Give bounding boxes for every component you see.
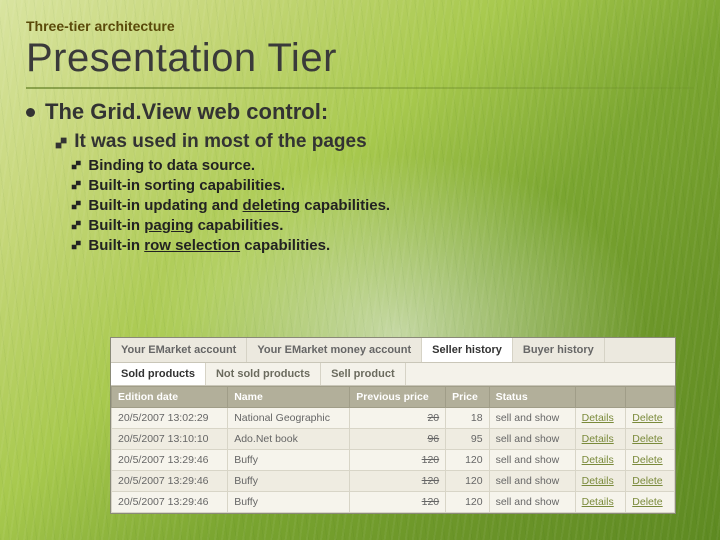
cell-action-delete[interactable]: Delete: [626, 492, 675, 513]
cell-date: 20/5/2007 13:10:10: [112, 429, 228, 450]
cell-price: 120: [446, 492, 489, 513]
cell-prev-price: 120: [350, 492, 446, 513]
table-row: 20/5/2007 13:10:10Ado.Net book9695sell a…: [112, 429, 675, 450]
bullet-l2-text: It was used in most of the pages: [74, 131, 366, 153]
cell-action-delete[interactable]: Delete: [626, 450, 675, 471]
cell-action-details[interactable]: Details: [575, 471, 626, 492]
column-header[interactable]: Name: [228, 387, 350, 408]
column-header[interactable]: Price: [446, 387, 489, 408]
cell-name: Buffy: [228, 450, 350, 471]
cell-status: sell and show: [489, 429, 575, 450]
bullet-l3-text: Built-in updating and deleting capabilit…: [88, 197, 390, 214]
cell-prev-price: 96: [350, 429, 446, 450]
cell-status: sell and show: [489, 492, 575, 513]
cell-action-details[interactable]: Details: [575, 492, 626, 513]
cell-date: 20/5/2007 13:29:46: [112, 492, 228, 513]
cell-status: sell and show: [489, 471, 575, 492]
cell-action-details[interactable]: Details: [575, 429, 626, 450]
cell-name: Buffy: [228, 471, 350, 492]
cell-action-delete[interactable]: Delete: [626, 429, 675, 450]
cell-action-details[interactable]: Details: [575, 450, 626, 471]
bullet-level-3-list: 🙾 Binding to data source. 🙾 Built-in sortin…: [26, 157, 694, 254]
bullet-dot-icon: [26, 108, 35, 117]
bullet-l3-text: Built-in sorting capabilities.: [88, 177, 285, 194]
bullet-l3-text: Built-in row selection capabilities.: [88, 237, 330, 254]
table-row: 20/5/2007 13:29:46Buffy120120sell and sh…: [112, 492, 675, 513]
cell-status: sell and show: [489, 450, 575, 471]
bullet-level-3: 🙾 Built-in paging capabilities.: [72, 217, 694, 234]
cell-action-delete[interactable]: Delete: [626, 408, 675, 429]
primary-tab[interactable]: Buyer history: [513, 338, 605, 362]
secondary-tab[interactable]: Not sold products: [206, 363, 321, 385]
cell-action-details[interactable]: Details: [575, 408, 626, 429]
slide-topic-label: Three-tier architecture: [26, 18, 694, 34]
bullet-l3-text: Built-in paging capabilities.: [88, 217, 283, 234]
bullet-level-2: 🙾 It was used in most of the pages: [56, 131, 694, 153]
table-row: 20/5/2007 13:29:46Buffy120120sell and sh…: [112, 450, 675, 471]
cell-action-delete[interactable]: Delete: [626, 471, 675, 492]
secondary-tab[interactable]: Sell product: [321, 363, 406, 385]
curl-bullet-icon: 🙾: [56, 134, 66, 151]
cell-prev-price: 20: [350, 408, 446, 429]
table-row: 20/5/2007 13:29:46Buffy120120sell and sh…: [112, 471, 675, 492]
gridview-preview: Your EMarket accountYour EMarket money a…: [110, 337, 676, 514]
cell-name: Ado.Net book: [228, 429, 350, 450]
slide: Three-tier architecture Presentation Tie…: [0, 0, 720, 540]
curl-bullet-icon: 🙾: [72, 239, 80, 253]
cell-date: 20/5/2007 13:29:46: [112, 471, 228, 492]
cell-price: 95: [446, 429, 489, 450]
cell-name: National Geographic: [228, 408, 350, 429]
cell-status: sell and show: [489, 408, 575, 429]
bullet-l3-text: Binding to data source.: [88, 157, 255, 174]
table-header-row: Edition dateNamePrevious pricePriceStatu…: [112, 387, 675, 408]
primary-tab[interactable]: Your EMarket account: [111, 338, 247, 362]
table-body: 20/5/2007 13:02:29National Geographic201…: [112, 408, 675, 513]
column-header[interactable]: [626, 387, 675, 408]
cell-prev-price: 120: [350, 450, 446, 471]
bullet-level-3: 🙾 Built-in row selection capabilities.: [72, 237, 694, 254]
cell-date: 20/5/2007 13:29:46: [112, 450, 228, 471]
bullet-level-3: 🙾 Built-in updating and deleting capabili…: [72, 197, 694, 214]
primary-tab[interactable]: Seller history: [422, 338, 513, 362]
cell-price: 120: [446, 450, 489, 471]
cell-date: 20/5/2007 13:02:29: [112, 408, 228, 429]
cell-price: 120: [446, 471, 489, 492]
column-header[interactable]: Edition date: [112, 387, 228, 408]
cell-price: 18: [446, 408, 489, 429]
tab-row-primary: Your EMarket accountYour EMarket money a…: [111, 338, 675, 363]
column-header[interactable]: Status: [489, 387, 575, 408]
bullet-level-3: 🙾 Binding to data source.: [72, 157, 694, 174]
column-header[interactable]: Previous price: [350, 387, 446, 408]
curl-bullet-icon: 🙾: [72, 219, 80, 233]
column-header[interactable]: [575, 387, 626, 408]
curl-bullet-icon: 🙾: [72, 159, 80, 173]
bullet-l1-text: The Grid.View web control:: [45, 99, 328, 125]
curl-bullet-icon: 🙾: [72, 179, 80, 193]
slide-title: Presentation Tier: [26, 36, 694, 81]
divider: [26, 87, 694, 89]
bullet-level-1: The Grid.View web control:: [26, 99, 694, 125]
curl-bullet-icon: 🙾: [72, 199, 80, 213]
table-row: 20/5/2007 13:02:29National Geographic201…: [112, 408, 675, 429]
secondary-tab[interactable]: Sold products: [111, 363, 206, 385]
bullet-level-3: 🙾 Built-in sorting capabilities.: [72, 177, 694, 194]
cell-name: Buffy: [228, 492, 350, 513]
tab-row-secondary: Sold productsNot sold productsSell produ…: [111, 363, 675, 386]
cell-prev-price: 120: [350, 471, 446, 492]
primary-tab[interactable]: Your EMarket money account: [247, 338, 422, 362]
gridview-table: Edition dateNamePrevious pricePriceStatu…: [111, 386, 675, 513]
